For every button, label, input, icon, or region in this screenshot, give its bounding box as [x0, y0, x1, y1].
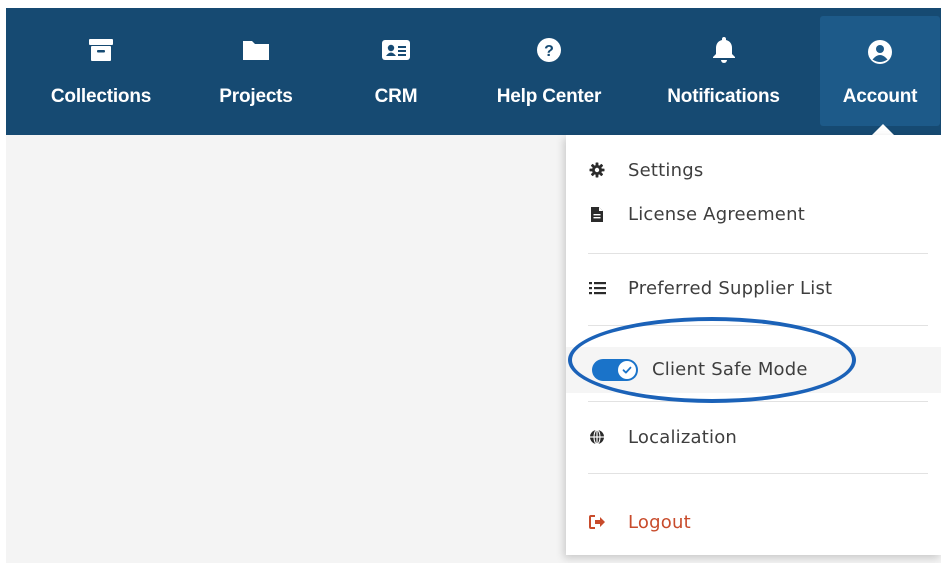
- nav-account[interactable]: Account: [820, 16, 940, 126]
- menu-divider: [588, 253, 928, 254]
- client-safe-mode-label: Client Safe Mode: [652, 359, 808, 380]
- account-dropdown-menu: Settings License Agreement Preferred Sup…: [566, 135, 941, 555]
- nav-collections[interactable]: Collections: [36, 8, 166, 135]
- app-frame: Collections Projects CRM ? Help Center N…: [6, 8, 941, 563]
- client-safe-mode-toggle[interactable]: [592, 359, 638, 381]
- globe-icon: [588, 428, 606, 446]
- menu-item-logout[interactable]: Logout: [566, 503, 941, 541]
- menu-item-license-agreement[interactable]: License Agreement: [566, 195, 941, 233]
- menu-item-settings[interactable]: Settings: [566, 151, 941, 189]
- menu-item-preferred-supplier-list[interactable]: Preferred Supplier List: [566, 269, 941, 307]
- svg-text:?: ?: [544, 43, 554, 60]
- menu-divider: [588, 401, 928, 402]
- menu-item-preferred-supplier-list-label: Preferred Supplier List: [628, 277, 833, 299]
- nav-help-center-label: Help Center: [496, 86, 602, 107]
- nav-projects[interactable]: Projects: [201, 8, 311, 135]
- menu-item-license-agreement-label: License Agreement: [628, 203, 805, 225]
- menu-item-settings-label: Settings: [628, 159, 704, 181]
- list-icon: [588, 279, 606, 297]
- gear-icon: [588, 161, 606, 179]
- menu-item-localization-label: Localization: [628, 426, 738, 448]
- nav-crm[interactable]: CRM: [351, 8, 441, 135]
- nav-crm-label: CRM: [374, 86, 418, 107]
- top-navbar: Collections Projects CRM ? Help Center N…: [6, 8, 941, 135]
- user-circle-icon: [867, 38, 893, 66]
- checkmark-icon: [618, 361, 636, 379]
- folder-icon: [242, 36, 270, 64]
- menu-item-logout-label: Logout: [628, 511, 691, 533]
- menu-divider: [588, 473, 928, 474]
- contact-card-icon: [381, 36, 411, 64]
- menu-item-client-safe-mode[interactable]: Client Safe Mode: [566, 347, 941, 393]
- nav-help-center[interactable]: ? Help Center: [484, 8, 614, 135]
- nav-notifications[interactable]: Notifications: [651, 8, 796, 135]
- bell-icon: [712, 36, 736, 64]
- menu-item-localization[interactable]: Localization: [566, 418, 941, 456]
- nav-account-label: Account: [842, 86, 918, 107]
- nav-projects-label: Projects: [219, 86, 293, 107]
- question-circle-icon: ?: [536, 36, 562, 64]
- nav-collections-label: Collections: [50, 86, 152, 107]
- nav-notifications-label: Notifications: [667, 86, 780, 107]
- menu-divider: [588, 325, 928, 326]
- logout-icon: [588, 513, 606, 531]
- document-icon: [588, 205, 606, 223]
- archive-box-icon: [88, 36, 114, 64]
- dropdown-caret: [872, 124, 894, 135]
